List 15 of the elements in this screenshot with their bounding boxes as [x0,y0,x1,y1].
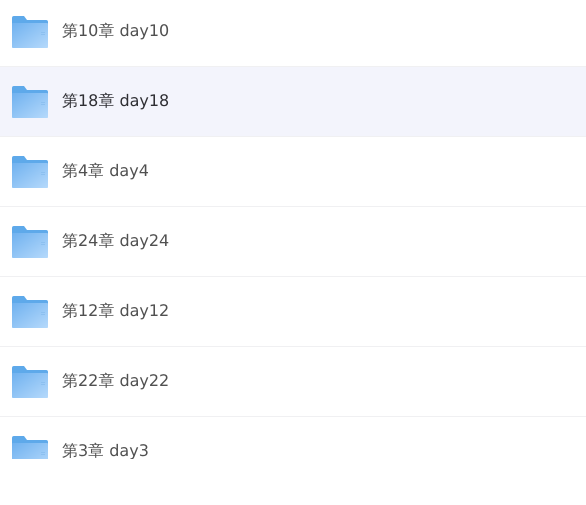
folder-icon [12,436,48,459]
folder-row[interactable]: 第18章 day18 [0,67,586,137]
folder-icon [12,16,48,48]
folder-icon [12,86,48,118]
folder-name: 第3章 day3 [62,441,149,459]
folder-name: 第12章 day12 [62,301,170,322]
folder-name: 第24章 day24 [62,231,170,252]
folder-name: 第22章 day22 [62,371,170,392]
folder-icon [12,296,48,328]
folder-name: 第10章 day10 [62,21,170,42]
folder-name: 第18章 day18 [62,91,170,112]
folder-icon [12,156,48,188]
folder-icon [12,366,48,398]
folder-name: 第4章 day4 [62,161,149,182]
folder-icon [12,226,48,258]
